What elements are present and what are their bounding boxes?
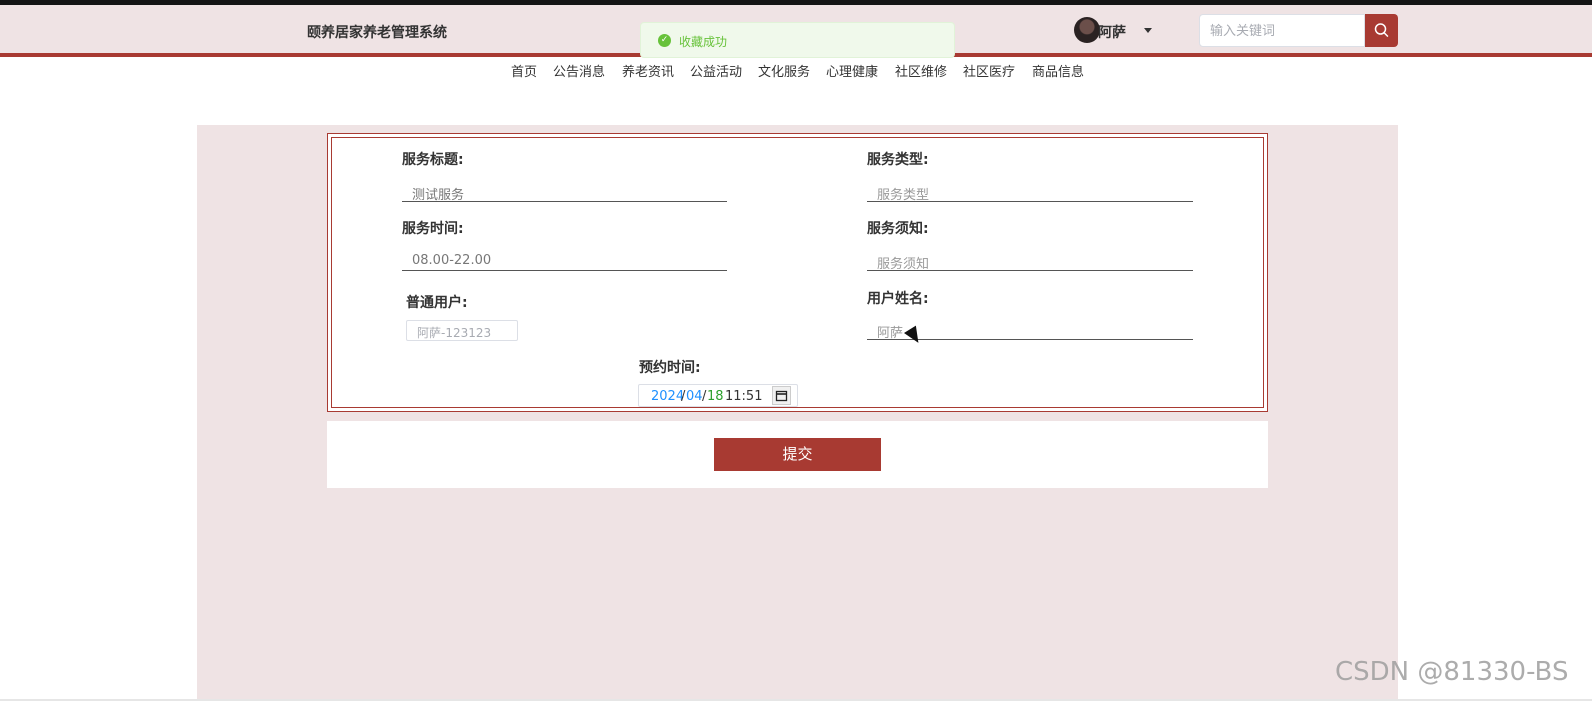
- nav-item-charity[interactable]: 公益活动: [690, 61, 742, 80]
- reserve-clock: 11:51: [725, 389, 763, 404]
- check-circle-icon: ✓: [658, 34, 671, 47]
- nav-item-home[interactable]: 首页: [511, 61, 537, 80]
- nav-item-culture[interactable]: 文化服务: [758, 61, 810, 80]
- service-time-underline: [402, 270, 727, 271]
- service-time-input[interactable]: 08.00-22.00: [412, 253, 491, 268]
- watermark: CSDN @81330-BS: [1335, 657, 1569, 687]
- success-toast: ✓ 收藏成功: [640, 22, 955, 58]
- reserve-month: 04: [686, 389, 703, 404]
- user-avatar-icon: [1074, 17, 1100, 43]
- main-nav: 首页 公告消息 养老资讯 公益活动 文化服务 心理健康 社区维修 社区医疗 商品…: [0, 61, 1592, 81]
- service-notice-underline: [867, 270, 1193, 271]
- reserve-year: 2024: [651, 389, 685, 404]
- reserve-sep-1: /: [681, 389, 686, 404]
- service-time-label: 服务时间:: [402, 221, 464, 237]
- nav-item-medical[interactable]: 社区医疗: [963, 61, 1015, 80]
- calendar-icon[interactable]: [772, 386, 791, 405]
- search-button[interactable]: [1365, 14, 1398, 47]
- account-value: 阿萨-123123: [417, 326, 492, 340]
- account-field: 阿萨-123123: [406, 320, 518, 341]
- caret-down-icon[interactable]: [1144, 28, 1152, 33]
- reservation-form: [327, 133, 1268, 412]
- account-label: 普通用户:: [406, 295, 468, 311]
- reserve-day: 18: [707, 389, 724, 404]
- nav-item-repair[interactable]: 社区维修: [895, 61, 947, 80]
- service-notice-label: 服务须知:: [867, 221, 929, 237]
- nav-item-announcements[interactable]: 公告消息: [553, 61, 605, 80]
- user-name: 阿萨: [1098, 25, 1126, 41]
- reserve-time-label: 预约时间:: [639, 360, 701, 376]
- submit-button[interactable]: 提交: [714, 438, 881, 471]
- nav-item-products[interactable]: 商品信息: [1032, 61, 1084, 80]
- toast-message: 收藏成功: [679, 35, 728, 49]
- service-title-underline: [402, 201, 727, 202]
- service-title-label: 服务标题:: [402, 152, 464, 168]
- reserve-sep-2: /: [702, 389, 707, 404]
- username-label: 用户姓名:: [867, 291, 929, 307]
- service-type-label: 服务类型:: [867, 152, 929, 168]
- reserve-datetime-input[interactable]: 2024 / 04 / 18 11:51: [638, 384, 798, 407]
- search-input[interactable]: [1199, 14, 1365, 47]
- search-icon: [1374, 23, 1389, 37]
- app-title: 颐养居家养老管理系统: [307, 25, 447, 41]
- nav-item-elderly-news[interactable]: 养老资讯: [622, 61, 674, 80]
- form-inner-border: [331, 137, 1264, 408]
- service-type-underline: [867, 201, 1193, 202]
- nav-item-mental-health[interactable]: 心理健康: [826, 61, 878, 80]
